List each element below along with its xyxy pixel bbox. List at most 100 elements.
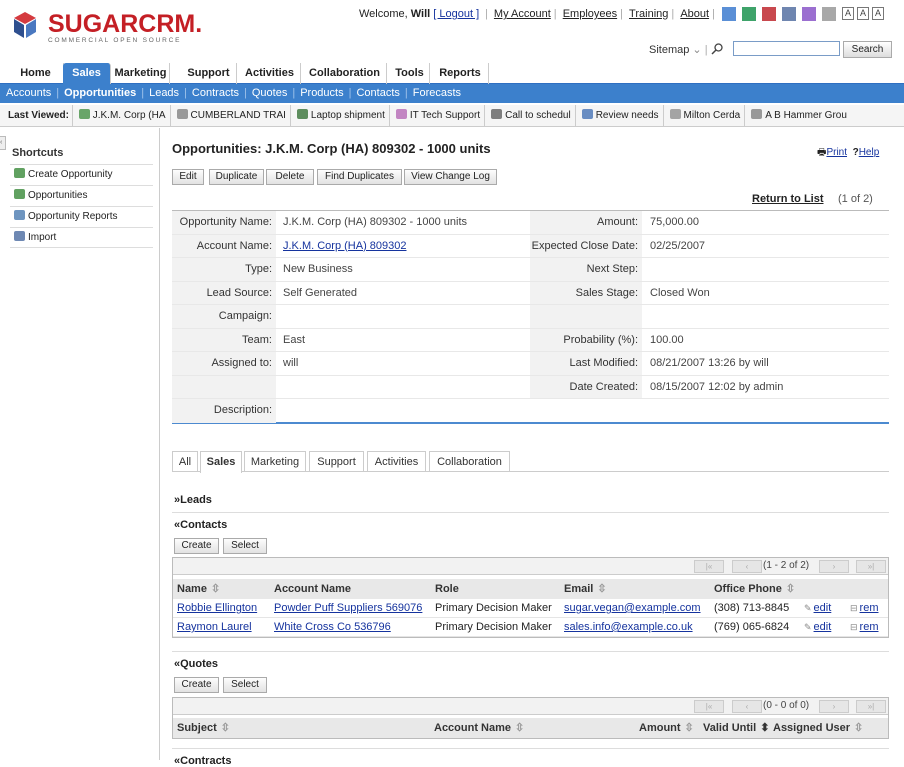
edit-action[interactable]: ✎ edit (804, 618, 831, 636)
subtab-leads[interactable]: Leads (149, 87, 179, 99)
account-link[interactable]: White Cross Co 536796 (274, 621, 391, 633)
logout-link[interactable]: [ Logout ] (433, 8, 479, 20)
sort-icon[interactable]: ⇳ (515, 722, 524, 734)
contracts-header[interactable]: «Contracts (174, 755, 231, 767)
last-viewed-item[interactable]: IT Tech Support (388, 105, 480, 126)
sort-icon[interactable]: ⇳ (597, 583, 606, 595)
column-header[interactable]: Valid Until ⬍ (703, 719, 769, 737)
font-size-button[interactable]: A (872, 7, 884, 20)
leads-header[interactable]: »Leads (174, 494, 212, 506)
column-header[interactable]: Assigned User ⇳ (773, 719, 863, 737)
my-account-link[interactable]: My Account (494, 8, 551, 20)
column-header[interactable]: Account Name ⇳ (434, 719, 524, 737)
tab-sales[interactable]: Sales (63, 63, 111, 84)
search-input[interactable] (733, 41, 840, 56)
last-viewed-item[interactable]: A B Hammer Grou (744, 105, 847, 126)
account-link[interactable]: Powder Puff Suppliers 569076 (274, 602, 422, 614)
find-duplicates-button[interactable]: Find Duplicates (317, 169, 402, 185)
subpanel-tab-activities[interactable]: Activities (367, 451, 426, 472)
tab-marketing[interactable]: Marketing (112, 63, 170, 84)
last-viewed-item[interactable]: Milton Cerda (662, 105, 740, 126)
subtab-products[interactable]: Products (300, 87, 343, 99)
column-header[interactable]: Account Name (274, 580, 351, 598)
print-link[interactable]: Print (826, 147, 847, 158)
collapse-icon[interactable]: ‹ (0, 136, 6, 150)
name-link[interactable]: Raymon Laurel (177, 621, 252, 633)
sugarcrm-logo[interactable]: SUGARCRM. COMMERCIAL OPEN SOURCE (14, 8, 214, 46)
theme-swatch[interactable] (722, 7, 736, 21)
delete-button[interactable]: Delete (266, 169, 314, 185)
prev-page-icon[interactable]: ‹ (732, 700, 762, 713)
search-button[interactable]: Search (843, 41, 892, 58)
remove-action[interactable]: ⊟ rem (850, 599, 879, 617)
theme-swatch[interactable] (822, 7, 836, 21)
tab-home[interactable]: Home (8, 63, 64, 84)
subtab-opportunities[interactable]: Opportunities (64, 87, 136, 99)
quotes-create-button[interactable]: Create (174, 677, 219, 693)
tab-tools[interactable]: Tools (390, 63, 430, 84)
training-link[interactable]: Training (629, 8, 668, 20)
subpanel-tab-marketing[interactable]: Marketing (244, 451, 306, 472)
subtab-contracts[interactable]: Contracts (192, 87, 239, 99)
edit-action[interactable]: ✎ edit (804, 599, 831, 617)
theme-swatch[interactable] (802, 7, 816, 21)
last-page-icon[interactable]: »| (856, 700, 886, 713)
shortcut-create-opportunity[interactable]: Create Opportunity (10, 164, 153, 185)
last-viewed-item[interactable]: J.K.M. Corp (HA (71, 105, 166, 126)
email-link[interactable]: sales.info@example.co.uk (564, 621, 693, 633)
next-page-icon[interactable]: › (819, 700, 849, 713)
contacts-header[interactable]: «Contacts (174, 519, 227, 531)
shortcut-opportunities[interactable]: Opportunities (10, 185, 153, 206)
subpanel-tab-collaboration[interactable]: Collaboration (429, 451, 510, 472)
return-to-list-link[interactable]: Return to List (752, 193, 824, 205)
shortcut-import[interactable]: Import (10, 227, 153, 248)
contacts-select-button[interactable]: Select (223, 538, 267, 554)
edit-button[interactable]: Edit (172, 169, 204, 185)
subtab-accounts[interactable]: Accounts (6, 87, 51, 99)
edit-link[interactable]: edit (814, 602, 832, 614)
column-header[interactable]: Office Phone ⇳ (714, 580, 795, 598)
sort-icon[interactable]: ⇳ (221, 722, 230, 734)
column-header[interactable]: Role (435, 580, 459, 598)
subtab-contacts[interactable]: Contacts (356, 87, 399, 99)
last-viewed-item[interactable]: Laptop shipment (289, 105, 385, 126)
sort-icon[interactable]: ⇳ (854, 722, 863, 734)
column-header[interactable]: Amount ⇳ (639, 719, 694, 737)
theme-swatch[interactable] (782, 7, 796, 21)
contacts-create-button[interactable]: Create (174, 538, 219, 554)
account-name-link[interactable]: J.K.M. Corp (HA) 809302 (283, 240, 407, 252)
theme-swatch[interactable] (742, 7, 756, 21)
last-viewed-item[interactable]: CUMBERLAND TRAI (169, 105, 286, 126)
subtab-quotes[interactable]: Quotes (252, 87, 287, 99)
tab-support[interactable]: Support (181, 63, 237, 84)
sort-icon[interactable]: ⬍ (760, 722, 769, 734)
column-header[interactable]: Subject ⇳ (177, 719, 230, 737)
subpanel-tab-support[interactable]: Support (309, 451, 364, 472)
last-viewed-item[interactable]: Call to schedul (484, 105, 571, 126)
sort-icon[interactable]: ⇳ (685, 722, 694, 734)
font-size-button[interactable]: A (857, 7, 869, 20)
remove-link[interactable]: rem (860, 621, 879, 633)
sitemap-link[interactable]: Sitemap ⌄ | (649, 43, 724, 56)
tab-collaboration[interactable]: Collaboration (303, 63, 387, 84)
first-page-icon[interactable]: |« (694, 560, 724, 573)
help-link[interactable]: Help (859, 147, 880, 158)
last-page-icon[interactable]: »| (856, 560, 886, 573)
font-size-button[interactable]: A (842, 7, 854, 20)
first-page-icon[interactable]: |« (694, 700, 724, 713)
sort-icon[interactable]: ⇳ (786, 583, 795, 595)
email-link[interactable]: sugar.vegan@example.com (564, 602, 701, 614)
sort-icon[interactable]: ⇳ (211, 583, 220, 595)
column-header[interactable]: Name ⇳ (177, 580, 220, 598)
view-change-log-button[interactable]: View Change Log (404, 169, 497, 185)
quotes-header[interactable]: «Quotes (174, 658, 218, 670)
subpanel-tab-all[interactable]: All (172, 451, 198, 472)
tab-reports[interactable]: Reports (432, 63, 489, 84)
tab-activities[interactable]: Activities (239, 63, 301, 84)
remove-link[interactable]: rem (860, 602, 879, 614)
subtab-forecasts[interactable]: Forecasts (413, 87, 461, 99)
next-page-icon[interactable]: › (819, 560, 849, 573)
remove-action[interactable]: ⊟ rem (850, 618, 879, 636)
theme-swatch[interactable] (762, 7, 776, 21)
shortcut-opportunity-reports[interactable]: Opportunity Reports (10, 206, 153, 227)
